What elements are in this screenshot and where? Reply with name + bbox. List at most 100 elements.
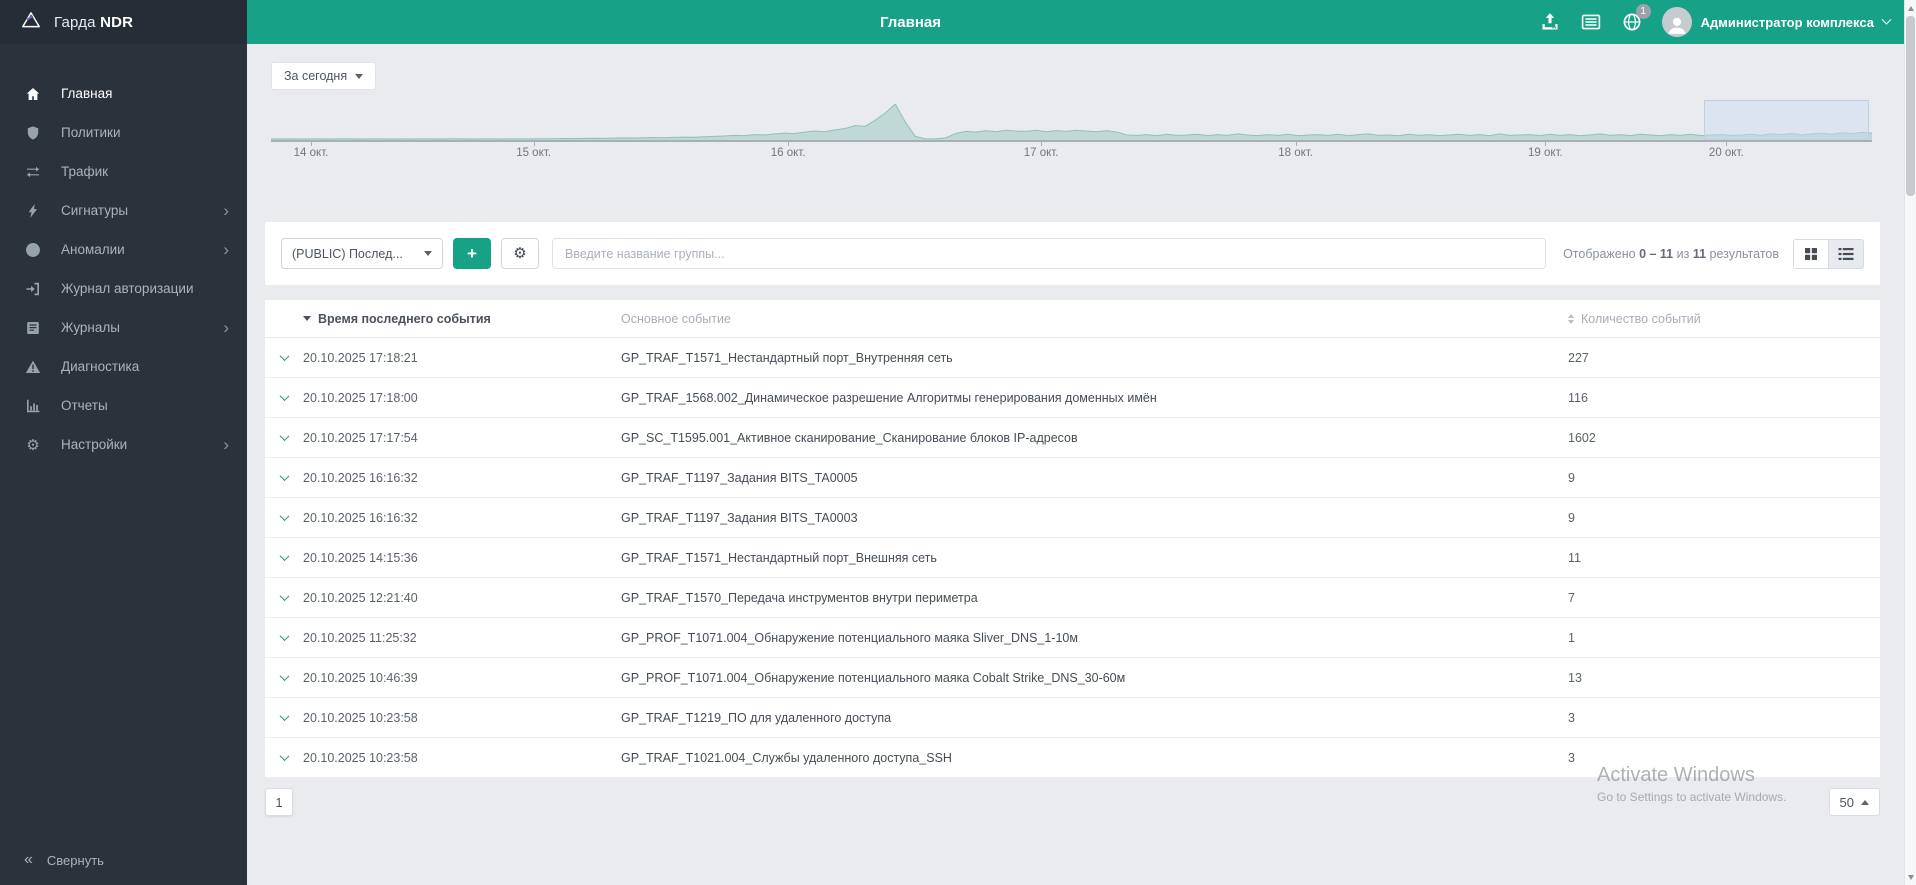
vertical-scrollbar[interactable] [1904,0,1916,885]
auth-journal-icon [24,281,42,297]
event-time-cell: 20.10.2025 10:23:58 [303,710,418,725]
notification-badge: 1 [1635,4,1651,19]
axis-tick-label: 18 окт. [1278,147,1313,159]
grid-view-button[interactable] [1793,238,1829,269]
row-expand-chevron-icon[interactable] [279,391,289,402]
events-table: Время последнего события Основное событи… [265,300,1880,778]
event-name-cell[interactable]: GP_PROF_T1071.004_Обнаружение потенциаль… [621,671,1568,685]
row-expand-chevron-icon[interactable] [279,351,289,362]
caret-down-icon [355,73,364,79]
event-time-cell: 20.10.2025 16:16:32 [303,470,418,485]
event-name-cell[interactable]: GP_TRAF_T1570_Передача инструментов внут… [621,591,1568,605]
sidebar-item-shield[interactable]: Политики [0,113,247,152]
group-filter-select[interactable]: (PUBLIC) Послед... [281,238,443,269]
collapse-label: Свернуть [46,852,104,868]
add-group-button[interactable]: + [453,238,491,269]
sidebar-item-settings[interactable]: ⚙ Настройки › [0,425,247,464]
diagnostics-icon [24,359,42,375]
event-name-cell[interactable]: GP_TRAF_T1219_ПО для удаленного доступа [621,711,1568,725]
sidebar-item-label: Отчеты [61,398,108,413]
event-name-cell[interactable]: GP_TRAF_T1571_Нестандартный порт_Внешняя… [621,551,1568,565]
sidebar-item-signatures[interactable]: Сигнатуры › [0,191,247,230]
event-time-cell: 20.10.2025 17:18:21 [303,350,418,365]
axis-tick [1545,142,1547,146]
sidebar-collapse-button[interactable]: « Свернуть [24,851,104,869]
table-row: 20.10.2025 16:16:32 GP_TRAF_T1197_Задания… [265,458,1880,498]
event-count-cell: 9 [1568,510,1575,525]
event-name-cell[interactable]: GP_TRAF_T1197_Задания BITS_TA0005 [621,471,1568,485]
sidebar-item-diagnostics[interactable]: Диагностика [0,347,247,386]
row-expand-chevron-icon[interactable] [279,751,289,762]
event-count-cell: 11 [1568,550,1581,565]
timeline-selection[interactable] [1703,100,1869,140]
row-expand-chevron-icon[interactable] [279,471,289,482]
list-view-button[interactable] [1828,238,1864,269]
sidebar-item-label: Журналы [61,320,120,335]
scroll-up-arrow-icon[interactable] [1905,1,1916,15]
brand-title: Гарда NDR [54,13,134,31]
event-count-cell: 3 [1568,750,1575,765]
axis-tick-label: 14 окт. [293,147,329,159]
view-toggle [1793,238,1864,269]
collapse-icon: « [24,851,33,868]
user-name: Администратор комплекса [1700,14,1874,30]
group-search-input[interactable] [552,238,1547,269]
reports-icon [24,398,42,414]
column-header-event-count[interactable]: Количество событий [1568,312,1880,326]
filter-panel: (PUBLIC) Послед... + ⚙ Отображено 0 – 11… [265,222,1880,285]
sidebar-item-anomalies[interactable]: Аномалии › [0,230,247,269]
chevron-down-icon [1881,14,1892,25]
sidebar-item-journals[interactable]: Журналы › [0,308,247,347]
settings-gear-button[interactable]: ⚙ [501,238,539,269]
settings-icon: ⚙ [26,436,40,454]
axis-tick [311,142,313,146]
row-expand-chevron-icon[interactable] [279,711,289,722]
group-filter-label: (PUBLIC) Послед... [292,246,403,261]
sidebar-item-auth-journal[interactable]: Журнал авторизации [0,269,247,308]
date-range-label: За сегодня [284,69,348,83]
row-expand-chevron-icon[interactable] [279,591,289,602]
row-expand-chevron-icon[interactable] [279,511,289,522]
upload-icon[interactable] [1539,11,1561,33]
row-expand-chevron-icon[interactable] [279,431,289,442]
scrollbar-thumb[interactable] [1906,16,1915,196]
event-name-cell[interactable]: GP_TRAF_T1571_Нестандартный порт_Внутрен… [621,351,1568,365]
globe-notifications-icon[interactable]: 1 [1621,4,1651,33]
event-time-cell: 20.10.2025 11:25:32 [303,630,417,645]
page-1-button[interactable]: 1 [265,788,293,816]
column-header-last-event-time[interactable]: Время последнего события [303,312,621,326]
user-menu[interactable]: Администратор комплекса [1661,7,1892,37]
event-count-cell: 1602 [1568,430,1596,445]
table-row: 20.10.2025 14:15:36 GP_TRAF_T1571_Нестанд… [265,538,1880,578]
event-count-cell: 116 [1568,390,1588,405]
date-range-button[interactable]: За сегодня [271,62,377,90]
page-size-select[interactable]: 50 [1828,788,1880,816]
table-row: 20.10.2025 17:17:54 GP_SC_T1595.001_Актив… [265,418,1880,458]
chevron-right-icon: › [223,240,229,259]
scroll-down-arrow-icon[interactable] [1905,870,1916,884]
page-title: Главная [879,13,941,31]
column-header-main-event[interactable]: Основное событие [621,312,1568,326]
sidebar-menu: Главная Политики Трафик Сигнатуры › Аномалии ›… [0,74,247,464]
event-name-cell[interactable]: GP_TRAF_T1021.004_Службы удаленного дост… [621,751,1568,765]
axis-tick [788,142,790,146]
axis-tick-label: 16 окт. [770,147,806,159]
row-expand-chevron-icon[interactable] [279,551,289,562]
event-name-cell[interactable]: GP_TRAF_1568.002_Динамическое разрешение… [621,391,1568,405]
row-expand-chevron-icon[interactable] [279,671,289,682]
chevron-right-icon: › [223,201,229,220]
event-name-cell[interactable]: GP_TRAF_T1197_Задания BITS_TA0003 [621,511,1568,525]
row-expand-chevron-icon[interactable] [279,631,289,642]
timeline-plot[interactable] [271,100,1872,142]
sidebar-item-traffic[interactable]: Трафик [0,152,247,191]
sidebar-item-label: Сигнатуры [61,203,129,218]
event-count-cell: 3 [1568,710,1575,725]
timeline-area-svg [271,104,1872,140]
event-name-cell[interactable]: GP_PROF_T1071.004_Обнаружение потенциаль… [621,631,1568,645]
event-list-icon[interactable] [1580,11,1602,33]
sidebar-item-home[interactable]: Главная [0,74,247,113]
sidebar-item-reports[interactable]: Отчеты [0,386,247,425]
traffic-icon [24,164,42,180]
event-name-cell[interactable]: GP_SC_T1595.001_Активное сканирование_Ск… [621,431,1568,445]
event-count-cell: 227 [1568,350,1589,365]
